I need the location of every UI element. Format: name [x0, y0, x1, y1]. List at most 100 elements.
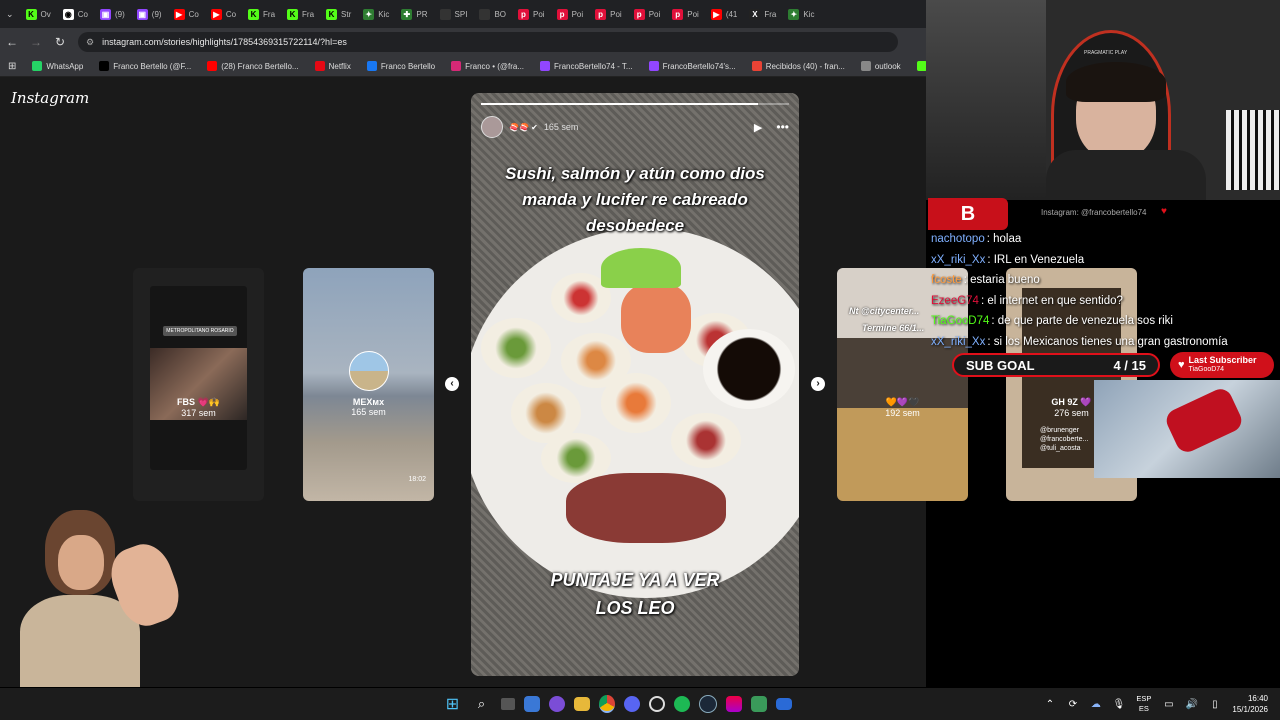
browser-tab[interactable]: ▶ (41 — [705, 0, 744, 28]
store-icon[interactable] — [523, 696, 540, 712]
story-overlay-text-2: Termine 66/1... — [862, 323, 925, 333]
tray-icon[interactable]: ⟳ — [1066, 694, 1080, 714]
chat-username: EzeeG74 — [931, 294, 979, 307]
tab-favicon-icon: ✦ — [788, 8, 800, 20]
previous-story-icon[interactable]: ‹ — [445, 377, 459, 391]
chat-text: : holaa — [986, 233, 1022, 245]
bookmark-item[interactable]: Franco Bertello (@F... — [91, 61, 199, 71]
bookmark-label: (28) Franco Bertello... — [221, 61, 299, 71]
app-icon[interactable] — [548, 696, 565, 712]
browser-tab[interactable]: ▣ (9) — [131, 0, 168, 28]
clock-time: 16:40 — [1247, 694, 1268, 703]
browser-tab[interactable]: K Fra — [242, 0, 281, 28]
browser-tab[interactable]: ✦ Kic — [357, 0, 395, 28]
file-explorer-icon[interactable] — [573, 697, 590, 711]
site-info-icon[interactable]: ⚙ — [86, 37, 94, 48]
kick-logo-icon: B — [928, 198, 1008, 230]
instagram-logo[interactable]: Instagram — [11, 89, 89, 107]
discord-icon[interactable] — [623, 696, 640, 712]
streaming-app-icon[interactable] — [648, 696, 665, 712]
forward-icon[interactable]: → — [24, 35, 48, 49]
search-icon[interactable]: ⌕ — [472, 694, 492, 714]
windows-taskbar: ⊞ ⌕ ⌃ ⟳ ☁ 🎙 ESP ES ▭ 🔊 ▯ 16:40 15/1/2026 — [0, 688, 1280, 720]
browser-tab[interactable]: ▶ Co — [205, 0, 242, 28]
bookmark-favicon-icon — [207, 61, 218, 71]
spotify-icon[interactable] — [673, 696, 690, 712]
story-card-title: MEXмх — [352, 397, 385, 407]
network-app-icon[interactable] — [750, 696, 767, 712]
play-icon[interactable]: ▶ — [754, 121, 762, 134]
heart-icon: ♥ — [1178, 359, 1185, 371]
browser-tab[interactable]: p Poi — [551, 0, 590, 28]
browser-tab[interactable]: ✦ Kic — [782, 0, 820, 28]
more-options-icon[interactable]: ••• — [776, 120, 789, 134]
browser-tab[interactable]: K Fra — [281, 0, 320, 28]
game-launcher-icon[interactable] — [725, 696, 742, 712]
reload-icon[interactable]: ↻ — [48, 35, 72, 49]
story-tag: @francoberte... — [1040, 436, 1089, 443]
tab-label: Ov — [40, 9, 51, 19]
bookmark-favicon-icon — [99, 61, 110, 71]
apps-icon[interactable]: ⊞ — [0, 61, 24, 72]
bookmark-favicon-icon — [860, 61, 871, 71]
bookmark-item[interactable]: FrancoBertello74 - T... — [532, 61, 641, 71]
task-view-icon[interactable] — [500, 698, 515, 710]
browser-tab[interactable]: K Ov — [20, 0, 57, 28]
bookmark-item[interactable]: Franco • (@fra... — [443, 61, 532, 71]
volume-icon[interactable]: 🔊 — [1185, 694, 1199, 714]
bookmark-item[interactable]: WhatsApp — [24, 61, 91, 71]
bookmark-item[interactable]: outlook — [853, 61, 909, 71]
bookmarks-bar: ⊞ WhatsApp Franco Bertello (@F... (28) Fra… — [0, 56, 945, 77]
bookmark-item[interactable]: (28) Franco Bertello... — [199, 61, 306, 71]
browser-tab[interactable]: p Poi — [589, 0, 628, 28]
browser-tab[interactable]: ▶ Co — [168, 0, 205, 28]
chevron-up-icon[interactable]: ⌃ — [1043, 694, 1057, 714]
lime-wedge — [601, 248, 681, 288]
instagram-handle: Instagram: @francobertello74 — [1041, 208, 1147, 217]
tab-favicon-icon: K — [326, 8, 338, 20]
tab-favicon-icon: ▣ — [100, 8, 112, 20]
tab-favicon-icon: K — [287, 8, 299, 20]
chrome-icon[interactable] — [598, 695, 615, 713]
chat-message: fcoste: estaria bueno — [931, 270, 1280, 291]
language-indicator[interactable]: ESP ES — [1136, 694, 1151, 714]
bookmark-favicon-icon — [751, 61, 762, 71]
display-app-icon[interactable] — [775, 698, 792, 710]
browser-tab[interactable]: X Fra — [743, 0, 782, 28]
browser-tab[interactable]: ◉ Co — [57, 0, 94, 28]
bookmark-label: WhatsApp — [46, 61, 84, 71]
browser-tab[interactable]: p Poi — [512, 0, 551, 28]
main-story-viewer[interactable]: 🍣🍣 ✔ 165 sem ▶ ••• Sushi, salmón y atún … — [471, 93, 799, 676]
steam-icon[interactable] — [698, 695, 717, 713]
browser-tab[interactable]: ✚ PR — [395, 0, 433, 28]
back-icon[interactable]: ← — [0, 35, 24, 49]
story-card-mex[interactable]: MEXмх 165 sem 18:02 — [303, 268, 434, 501]
story-card-fbs[interactable]: METROPOLITANO ROSARIO FBS 💗🙌 317 sem — [133, 268, 264, 501]
onedrive-icon[interactable]: ☁ — [1089, 694, 1103, 714]
profile-avatar[interactable] — [481, 116, 503, 138]
browser-tab[interactable]: K Str — [320, 0, 357, 28]
start-icon[interactable]: ⊞ — [443, 694, 463, 714]
microphone-icon[interactable]: 🎙 — [1112, 694, 1126, 714]
next-story-icon[interactable]: › — [811, 377, 825, 391]
tab-favicon-icon: ▶ — [710, 8, 722, 20]
browser-tab[interactable]: p Poi — [666, 0, 705, 28]
bookmark-item[interactable]: Franco Bertello — [359, 61, 443, 71]
browser-tab[interactable]: ▣ (9) — [94, 0, 131, 28]
tab-label: Co — [188, 9, 199, 19]
tab-label: SPI — [454, 9, 468, 19]
sub-goal-count: 4 / 15 — [1113, 357, 1146, 373]
clock[interactable]: 16:40 15/1/2026 — [1232, 693, 1268, 715]
network-icon[interactable]: ▭ — [1162, 694, 1176, 714]
browser-tab[interactable]: BO — [473, 0, 512, 28]
bookmark-item[interactable]: Netflix — [307, 61, 359, 71]
browser-tab[interactable]: p Poi — [628, 0, 667, 28]
tab-list-button[interactable]: ⌄ — [0, 0, 20, 28]
last-sub-name: TiaGooD74 — [1188, 366, 1225, 373]
browser-tab[interactable]: SPI — [434, 0, 474, 28]
battery-icon[interactable]: ▯ — [1208, 694, 1222, 714]
sub-goal-bar: SUB GOAL 4 / 15 — [952, 353, 1160, 377]
url-field[interactable]: ⚙ instagram.com/stories/highlights/17854… — [78, 32, 898, 52]
bookmark-item[interactable]: Recibidos (40) - fran... — [744, 61, 853, 71]
bookmark-item[interactable]: FrancoBertello74's... — [641, 61, 744, 71]
